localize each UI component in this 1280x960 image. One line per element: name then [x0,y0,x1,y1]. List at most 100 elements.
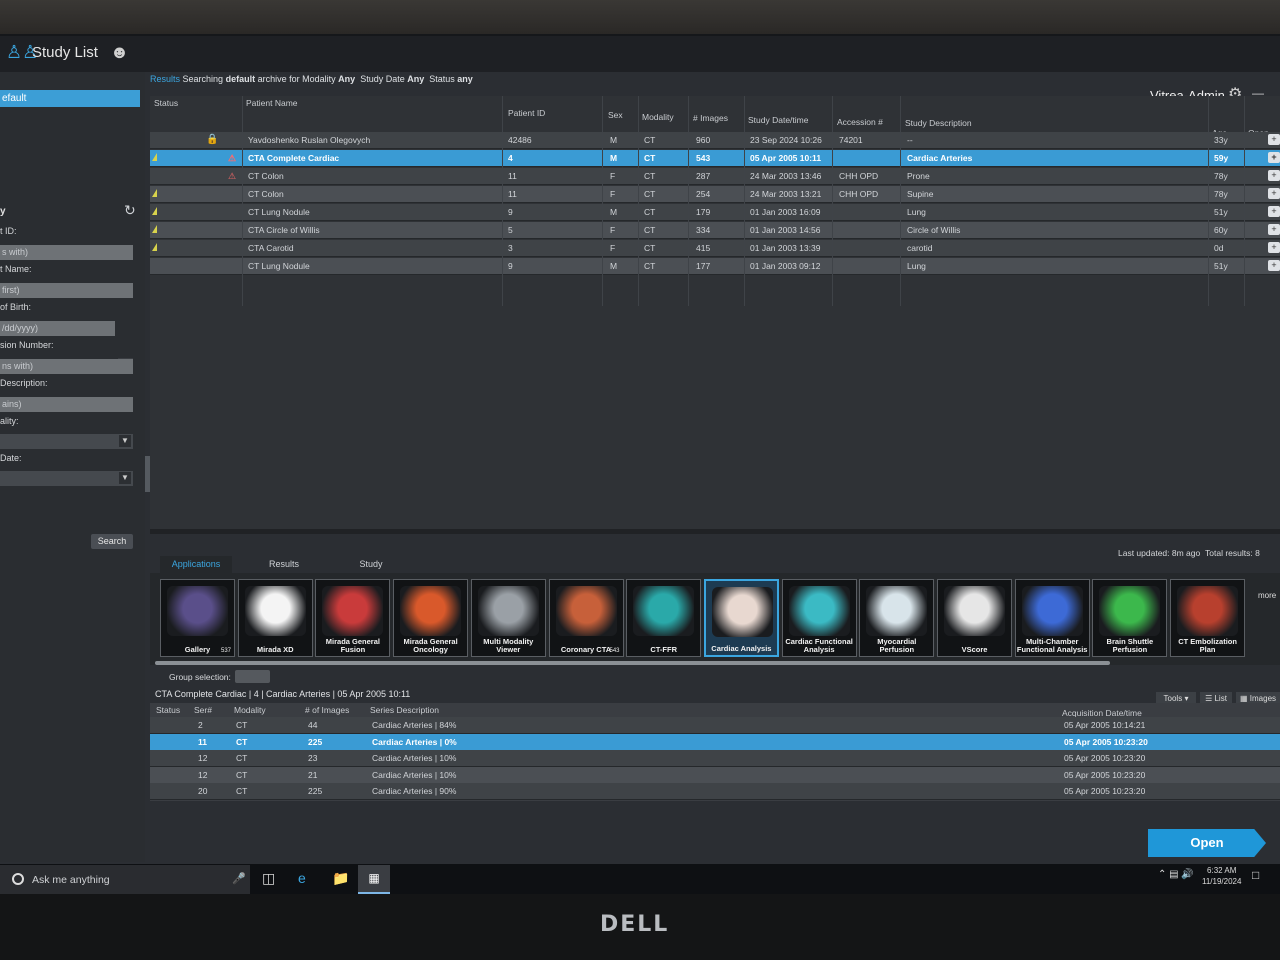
table-row[interactable]: CT Colon 11 F CT 254 24 Mar 2003 13:21 CHH OPD… [150,186,1280,203]
more-button[interactable]: more [1258,591,1276,600]
col-patient-id[interactable]: Patient ID [508,106,545,120]
column-separator[interactable] [900,96,901,306]
app-tile[interactable]: Gallery 537 [160,579,235,657]
col-patient-name[interactable]: Patient Name [246,96,298,110]
column-separator[interactable] [638,96,639,306]
series-col-status[interactable]: Status [156,703,180,717]
series-row[interactable]: 20 CT 225 Cardiac Arteries | 90% 05 Apr 2005… [150,783,1280,800]
series-cell-images: 23 [308,753,318,763]
series-col-ser[interactable]: Ser# [194,703,212,717]
search-button[interactable]: Search [91,534,133,549]
open-button[interactable]: Open [1148,829,1266,857]
patient-id-input[interactable]: s with) [0,245,133,260]
row-open-button[interactable]: + [1268,188,1280,199]
cell-sex: M [610,135,618,145]
study-date-select[interactable]: ▼ [0,471,133,486]
column-separator[interactable] [1244,96,1245,306]
app-tile[interactable]: Myocardial Perfusion [859,579,935,657]
series-row[interactable]: 12 CT 21 Cardiac Arteries | 10% 05 Apr 2005 … [150,766,1280,784]
table-row[interactable]: CTA Circle of Willis 5 F CT 334 01 Jan 2003 1… [150,222,1280,239]
refresh-icon[interactable]: ↻ [124,202,136,219]
table-row[interactable]: ⚠ CT Colon 11 F CT 287 24 Mar 2003 13:46 CHH OP… [150,168,1280,185]
accession-input[interactable]: ns with) [0,359,133,374]
app-tile[interactable]: Multi-Chamber Functional Analysis [1014,579,1090,657]
column-separator[interactable] [744,96,745,306]
archive-item-default[interactable]: efault [0,90,140,107]
app-tile[interactable]: VScore [937,579,1012,657]
edge-icon[interactable]: e [298,870,306,886]
series-col-modality[interactable]: Modality [234,703,266,717]
folder-icon[interactable]: 📁 [332,870,349,887]
taskbar-search[interactable]: Ask me anything 🎤 [0,865,250,894]
app-thumbnail [633,586,695,636]
col-images[interactable]: # Images [693,111,728,125]
modality-select[interactable]: ▼ [0,434,133,449]
table-row[interactable]: CTA Carotid 3 F CT 415 01 Jan 2003 13:39 carot… [150,240,1280,257]
app-tile[interactable]: Cardiac Analysis [703,579,779,657]
column-separator[interactable] [242,96,243,306]
modality-label: ality: [0,416,19,426]
column-separator[interactable] [602,96,603,306]
series-col-description[interactable]: Series Description [370,703,439,717]
row-open-button[interactable]: + [1268,134,1280,145]
group-selection-stepper[interactable] [235,670,270,683]
app-tile[interactable]: Cardiac Functional Analysis [781,579,857,657]
row-open-button[interactable]: + [1268,242,1280,253]
row-open-button[interactable]: + [1268,260,1280,271]
series-row[interactable]: 11 CT 225 Cardiac Arteries | 0% 05 Apr 2005 … [150,733,1280,751]
clock[interactable]: 6:32 AM 11/19/2024 [1202,865,1241,887]
row-open-button[interactable]: + [1268,152,1280,163]
table-row[interactable]: CT Lung Nodule 9 M CT 177 01 Jan 2003 09:12 Lu… [150,258,1280,275]
table-row[interactable]: 🔒 Yavdoshenko Ruslan Olegovych 42486 M CT 960… [150,132,1280,149]
row-open-button[interactable]: + [1268,170,1280,181]
tab-applications[interactable]: Applications [160,556,232,573]
app-tile[interactable]: Brain Shuttle Perfusion [1092,579,1168,657]
column-separator[interactable] [1208,96,1209,306]
app-tile[interactable]: Mirada General Fusion [315,579,391,657]
status-value: any [457,74,473,84]
col-study-date[interactable]: Study Date/time [748,113,808,127]
user-icon[interactable]: ☻ [110,42,129,63]
col-description[interactable]: Study Description [905,116,972,130]
series-cell-ser: 12 [198,769,208,780]
cell-desc: -- [907,135,913,145]
table-row[interactable]: ⚠ CTA Complete Cardiac 4 M CT 543 05 Apr 2005 … [150,150,1280,167]
cell-date: 01 Jan 2003 13:39 [750,243,821,253]
birth-date-input[interactable]: /dd/yyyy) [0,321,115,336]
study-date-value: Any [407,74,425,84]
tab-results[interactable]: Results [250,556,318,573]
col-accession[interactable]: Accession # [837,115,883,129]
description-input[interactable]: ains) [0,397,133,412]
column-separator[interactable] [688,96,689,306]
column-separator[interactable] [832,96,833,306]
series-cell-modality: CT [236,769,248,780]
tab-study[interactable]: Study [336,556,406,573]
apps-scrollbar[interactable] [155,661,1110,665]
clock-date: 11/19/2024 [1202,877,1242,886]
col-status[interactable]: Status [154,96,178,110]
row-open-button[interactable]: + [1268,206,1280,217]
patient-name-input[interactable]: first) [0,283,133,298]
series-row[interactable]: 12 CT 23 Cardiac Arteries | 10% 05 Apr 2005 … [150,750,1280,767]
microphone-icon[interactable]: 🎤 [232,872,246,885]
col-modality[interactable]: Modality [642,110,674,124]
app-tile[interactable]: Mirada General Oncology [393,579,469,657]
system-tray-icons[interactable]: ⌃ ▤ 🔊 [1158,869,1194,880]
column-separator[interactable] [502,96,503,306]
cell-name: CTA Carotid [248,243,294,253]
app-tile[interactable]: Coronary CTA 543 [548,579,624,657]
app-tile[interactable]: CT-FFR [626,579,702,657]
row-open-button[interactable]: + [1268,224,1280,235]
app-tile[interactable]: Multi Modality Viewer [470,579,546,657]
task-view-icon[interactable]: ◫ [262,870,275,887]
series-col-images[interactable]: # of Images [305,703,349,717]
vitrea-taskbar-icon[interactable]: ▦ [358,865,390,894]
section-divider[interactable] [150,529,1280,534]
app-tile[interactable]: Mirada XD [237,579,313,657]
app-thumbnail [244,586,306,636]
series-row[interactable]: 2 CT 44 Cardiac Arteries | 84% 05 Apr 2005 1… [150,717,1280,734]
col-sex[interactable]: Sex [608,108,623,122]
app-tile[interactable]: CT Embolization Plan [1170,579,1246,657]
table-row[interactable]: CT Lung Nodule 9 M CT 179 01 Jan 2003 16:09 Lu… [150,204,1280,221]
notification-icon[interactable]: □ [1252,868,1259,882]
